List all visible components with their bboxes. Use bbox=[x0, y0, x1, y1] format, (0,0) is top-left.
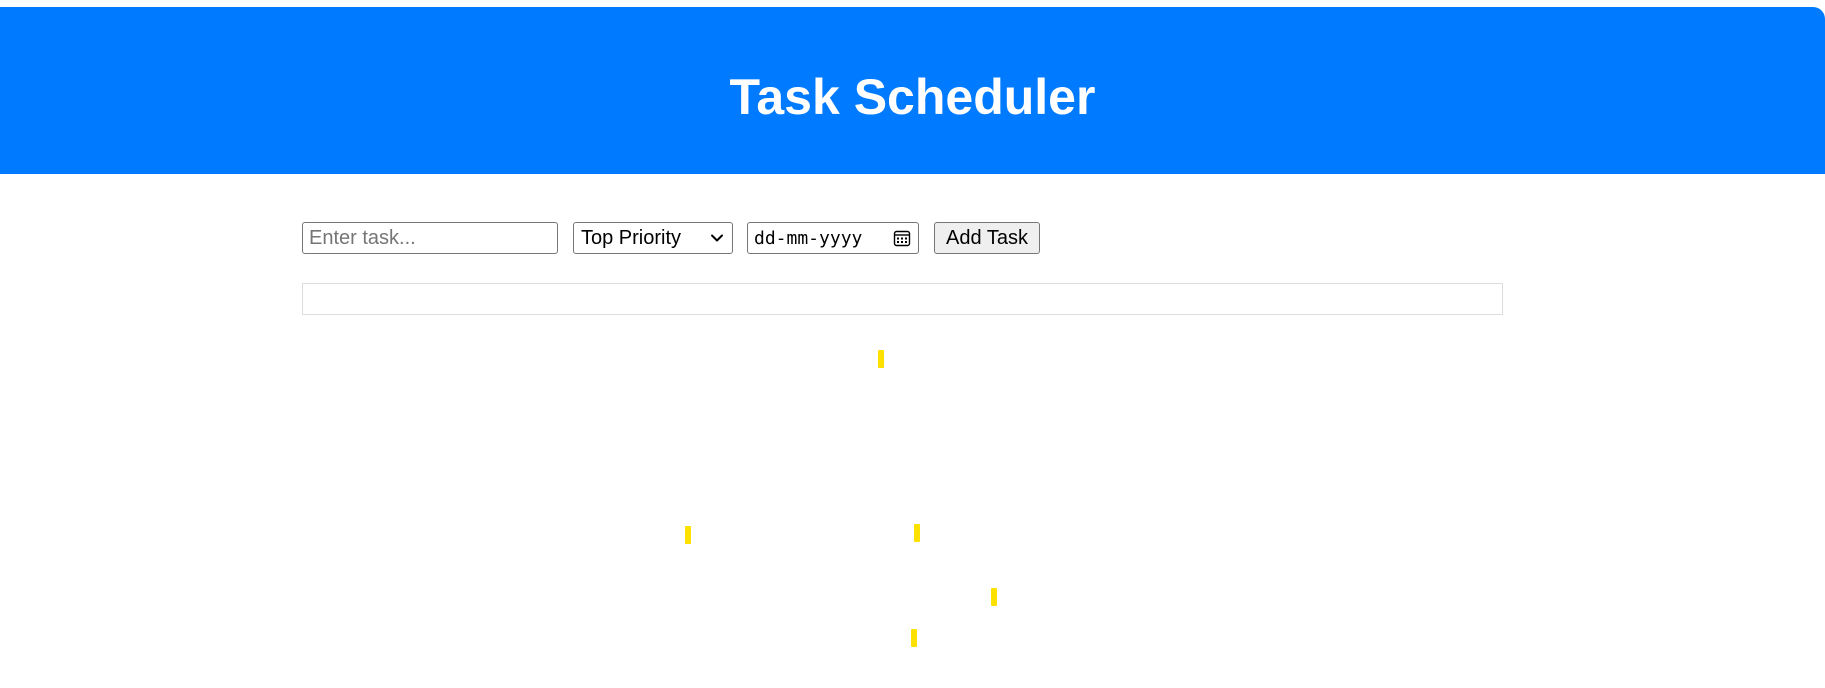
task-list bbox=[302, 283, 1503, 315]
add-task-button[interactable]: Add Task bbox=[934, 222, 1040, 254]
due-date-input[interactable]: dd-mm-yyyy bbox=[747, 222, 919, 254]
confetti-piece bbox=[991, 588, 997, 606]
page-title: Task Scheduler bbox=[729, 69, 1096, 125]
priority-selected-value: Top Priority bbox=[581, 227, 682, 249]
confetti-piece bbox=[878, 350, 884, 368]
app-header: Task Scheduler bbox=[0, 7, 1825, 174]
task-input[interactable] bbox=[302, 222, 558, 254]
confetti-piece bbox=[914, 524, 920, 542]
confetti-piece bbox=[911, 629, 917, 647]
confetti-piece bbox=[685, 526, 691, 544]
priority-select[interactable]: Top Priority bbox=[573, 222, 733, 254]
chevron-down-icon bbox=[711, 234, 723, 242]
date-placeholder: dd-mm-yyyy bbox=[754, 228, 863, 249]
calendar-icon[interactable] bbox=[893, 229, 911, 247]
page: Task Scheduler Top Priority dd-mm-yyyy A bbox=[0, 0, 1825, 688]
